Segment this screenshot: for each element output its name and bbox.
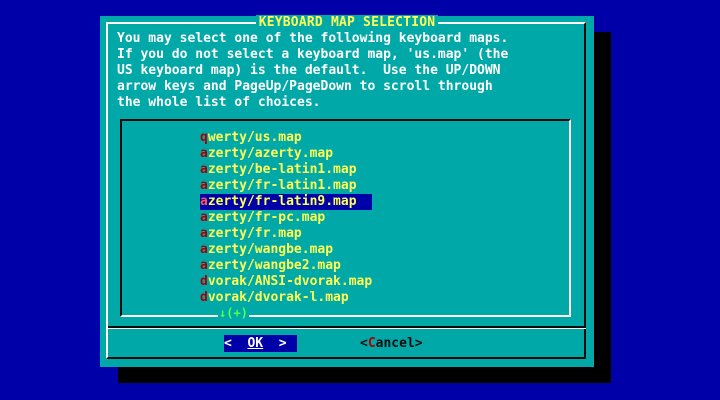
item-label: zerty/fr-latin9.map	[207, 194, 357, 209]
list-item-selected[interactable]: azerty/fr-latin9.map	[200, 194, 373, 210]
list-item[interactable]: azerty/fr-latin1.map	[200, 178, 372, 194]
ok-label: OK	[247, 336, 264, 351]
item-hotkey: a	[200, 162, 208, 177]
list-item[interactable]: azerty/be-latin1.map	[200, 162, 372, 178]
item-hotkey: d	[200, 274, 208, 289]
cancel-button[interactable]: <Cancel>	[360, 335, 423, 352]
item-hotkey: a	[200, 226, 208, 241]
item-label: zerty/azerty.map	[207, 146, 334, 161]
item-label: zerty/fr-latin1.map	[207, 178, 357, 193]
ok-button[interactable]: < OK >	[224, 335, 297, 352]
item-hotkey: q	[200, 130, 208, 145]
dialog-title: KEYBOARD MAP SELECTION	[255, 15, 439, 30]
item-hotkey: a	[200, 258, 208, 273]
description-line: You may select one of the following keyb…	[117, 31, 509, 46]
button-separator	[108, 326, 586, 329]
dialog-title-bar: KEYBOARD MAP SELECTION	[100, 15, 594, 31]
scroll-more-indicator[interactable]: ↓(+)	[218, 305, 249, 321]
list-item[interactable]: qwerty/us.map	[200, 130, 372, 146]
list-item[interactable]: azerty/azerty.map	[200, 146, 372, 162]
item-hotkey: a	[200, 242, 208, 257]
keyboard-map-dialog: KEYBOARD MAP SELECTION You may select on…	[100, 15, 594, 367]
item-label: zerty/be-latin1.map	[207, 162, 357, 177]
keymap-listbox[interactable]: qwerty/us.map azerty/azerty.map azerty/b…	[120, 119, 571, 321]
item-hotkey: d	[200, 290, 208, 305]
description-line: the whole list of choices.	[117, 95, 321, 110]
list-item[interactable]: dvorak/ANSI-dvorak.map	[200, 274, 372, 290]
keymap-list: qwerty/us.map azerty/azerty.map azerty/b…	[200, 130, 373, 306]
item-hotkey: a	[200, 210, 208, 225]
item-label: zerty/fr.map	[207, 226, 302, 241]
item-label: zerty/wangbe.map	[207, 242, 334, 257]
item-hotkey: a	[200, 194, 208, 209]
bracket-right: >	[278, 336, 287, 351]
list-item[interactable]: azerty/fr.map	[200, 226, 372, 242]
item-label: zerty/fr-pc.map	[207, 210, 326, 225]
list-item[interactable]: azerty/fr-pc.map	[200, 210, 372, 226]
description-line: US keyboard map) is the default. Use the…	[117, 63, 501, 78]
bracket-left: <	[224, 336, 232, 351]
item-label: vorak/ANSI-dvorak.map	[207, 274, 373, 289]
cancel-hotkey: C	[367, 336, 376, 351]
list-item[interactable]: azerty/wangbe.map	[200, 242, 372, 258]
bracket-right: >	[414, 336, 423, 351]
list-item[interactable]: dvorak/dvorak-l.map	[200, 290, 372, 306]
item-hotkey: a	[200, 178, 208, 193]
item-label: zerty/wangbe2.map	[207, 258, 341, 273]
item-label: werty/us.map	[207, 130, 302, 145]
description-line: arrow keys and PageUp/PageDown to scroll…	[117, 79, 493, 94]
cancel-label: ancel	[375, 336, 415, 351]
item-label: vorak/dvorak-l.map	[207, 290, 349, 305]
item-hotkey: a	[200, 146, 208, 161]
bracket-left: <	[360, 336, 368, 351]
list-item[interactable]: azerty/wangbe2.map	[200, 258, 372, 274]
description-line: If you do not select a keyboard map, 'us…	[117, 47, 509, 62]
dialog-description: You may select one of the following keyb…	[117, 31, 587, 111]
